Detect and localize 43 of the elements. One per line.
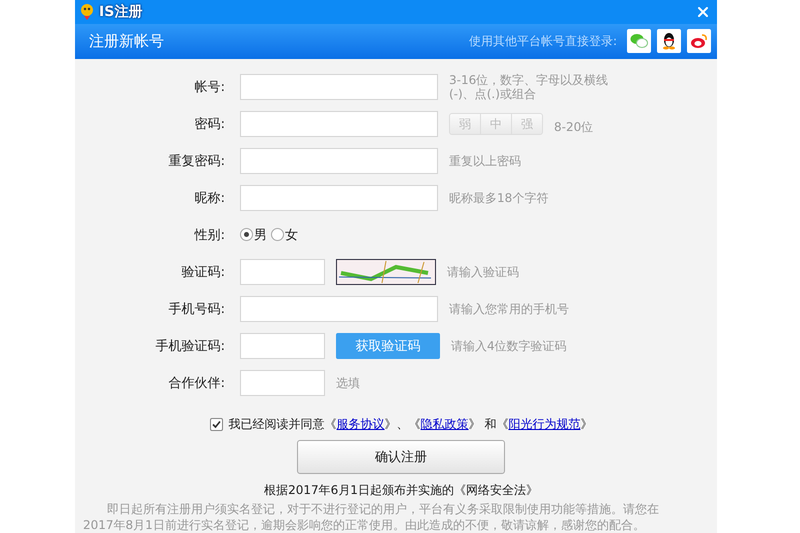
social-login-label: 使用其他平台帐号直接登录:	[468, 32, 617, 50]
field-label: 重复密码:	[168, 152, 225, 170]
notice-title: 根据2017年6月1日起颁布并实施的《网络安全法》	[264, 482, 538, 499]
eye-swirl-icon[interactable]	[687, 29, 711, 54]
field-hint: 请输入4位数字验证码	[451, 338, 567, 352]
password-field[interactable]	[240, 110, 438, 136]
text-field[interactable]	[240, 184, 438, 210]
agreement-link[interactable]: 阳光行为规范	[508, 417, 580, 431]
field-label: 手机号码:	[168, 300, 225, 318]
sms-code-field[interactable]	[240, 332, 325, 358]
register-button[interactable]: 确认注册	[297, 440, 505, 474]
field-label: 帐号:	[194, 78, 225, 96]
field-label: 性别:	[193, 226, 225, 244]
agreement-link[interactable]: 服务协议	[336, 417, 385, 431]
strength-meter: 弱 中 强	[449, 112, 543, 134]
agreement-text: 我已经阅读并同意《服务协议》、《隐私政策》 和《阳光行为规范》	[228, 416, 592, 433]
window-title: IS注册	[99, 2, 144, 21]
header-title: 注册新帐号	[89, 32, 165, 51]
text-field[interactable]	[240, 74, 438, 100]
field-label: 昵称:	[194, 190, 225, 206]
field-label: 密码:	[194, 116, 225, 132]
field-hint: 请输入验证码	[447, 264, 519, 278]
field-hint: 3-16位，数字、字母以及横线(-)、点(.)或组合	[449, 72, 610, 100]
gender-radio[interactable]: 男	[240, 226, 267, 244]
field-hint: 请输入您常用的手机号	[449, 302, 569, 316]
text-field[interactable]	[240, 296, 438, 322]
field-hint: 昵称最多18个字符	[449, 190, 548, 204]
notice-text: 即日起所有注册用户须实名登记，对于不进行登记的用户，平台有义务采取限制使用功能等措施。请您在2017年8月1日前进行实名登记，逾期会影响您的正常使用。由此造成的不便，敬请谅解，感谢您的配合。	[82, 501, 660, 533]
field-hint: 8-20位	[554, 120, 594, 134]
field-label: 手机验证码:	[154, 338, 225, 354]
penguin-icon[interactable]	[657, 29, 681, 54]
field-label: 验证码:	[180, 264, 225, 280]
mascot-icon	[79, 2, 95, 21]
field-hint: 重复以上密码	[449, 154, 521, 168]
agreement-link[interactable]: 隐私政策	[420, 417, 469, 431]
chat-bubbles-icon[interactable]	[627, 29, 651, 54]
captcha-field[interactable]	[240, 258, 325, 284]
field-label: 合作伙伴:	[168, 374, 225, 392]
agree-checkbox[interactable]	[210, 418, 223, 431]
partner-field[interactable]	[240, 370, 325, 396]
gender-radio[interactable]: 女	[271, 226, 298, 244]
text-field[interactable]	[240, 148, 438, 174]
field-hint: 选填	[336, 376, 360, 390]
